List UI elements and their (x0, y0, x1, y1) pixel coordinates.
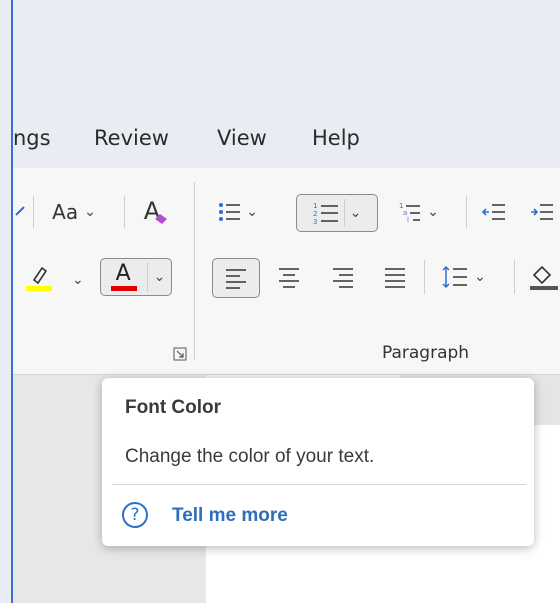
group-separator (194, 182, 195, 360)
help-icon[interactable]: ? (122, 502, 148, 528)
justify-icon (385, 268, 405, 288)
tab-help[interactable]: Help (312, 126, 360, 150)
highlight-color-button[interactable] (20, 260, 56, 294)
shading-icon (530, 265, 558, 290)
chevron-down-icon[interactable]: ⌄ (72, 272, 84, 288)
svg-text:2: 2 (313, 210, 317, 218)
align-right-button[interactable] (326, 260, 360, 294)
divider (514, 260, 515, 294)
svg-text:3: 3 (313, 218, 317, 225)
bullet-list-icon (219, 203, 241, 221)
change-case-button[interactable]: Aa ⌄ (43, 196, 105, 228)
multilevel-list-icon: 1 a i (399, 202, 421, 223)
svg-text:1: 1 (313, 202, 317, 210)
increase-indent-button[interactable] (530, 196, 560, 228)
tooltip-divider (112, 484, 526, 485)
tell-me-more-link[interactable]: Tell me more (172, 505, 288, 527)
divider (124, 196, 125, 228)
tab-references[interactable]: ngs (13, 126, 51, 150)
shading-button[interactable] (530, 258, 560, 294)
chevron-down-icon: ⌄ (246, 204, 258, 220)
bullets-button[interactable]: ⌄ (218, 196, 258, 228)
line-spacing-button[interactable]: ⌄ (432, 260, 496, 294)
chevron-down-icon: ⌄ (349, 205, 362, 221)
change-case-label: Aa (52, 200, 79, 224)
increase-indent-icon (531, 204, 553, 220)
font-color-button[interactable]: A ⌄ (100, 258, 172, 296)
clear-formatting-icon: A (144, 197, 167, 225)
tooltip-title: Font Color (125, 397, 222, 418)
chevron-down-icon: ⌄ (153, 269, 166, 285)
numbering-button[interactable]: 1 2 3 ⌄ (296, 194, 378, 232)
line-spacing-icon (442, 265, 468, 289)
decrease-indent-icon (482, 204, 505, 220)
align-center-icon (279, 268, 299, 288)
font-color-bar (110, 286, 137, 291)
align-left-icon (226, 269, 246, 289)
svg-text:i: i (407, 216, 409, 223)
numbered-list-icon: 1 2 3 (313, 202, 338, 225)
divider (466, 196, 467, 228)
font-color-letter: A (115, 261, 131, 286)
center-button[interactable] (272, 260, 306, 294)
justify-button[interactable] (378, 260, 412, 294)
align-left-button[interactable] (212, 258, 260, 298)
chevron-down-icon: ⌄ (427, 204, 439, 220)
paragraph-group-label: Paragraph (382, 343, 470, 363)
divider (33, 196, 34, 228)
tab-review[interactable]: Review (94, 126, 169, 150)
font-color-icon: A (107, 261, 141, 293)
multilevel-list-button[interactable]: 1 a i ⌄ (388, 196, 450, 228)
title-bar-area (13, 0, 560, 118)
divider (424, 260, 425, 294)
chevron-down-icon: ⌄ (474, 269, 486, 285)
decrease-indent-button[interactable] (478, 196, 510, 228)
clear-formatting-button[interactable]: A (134, 194, 170, 228)
align-right-icon (333, 268, 353, 288)
highlighter-icon (26, 266, 52, 291)
divider (146, 262, 148, 292)
font-color-tooltip: Font Color Change the color of your text… (102, 378, 534, 546)
divider (343, 199, 345, 227)
font-dialog-launcher-icon[interactable] (172, 346, 188, 362)
tab-view[interactable]: View (217, 126, 267, 150)
tooltip-description: Change the color of your text. (125, 446, 375, 467)
font-size-dropdown-icon[interactable] (13, 196, 27, 226)
chevron-down-icon: ⌄ (84, 204, 96, 220)
